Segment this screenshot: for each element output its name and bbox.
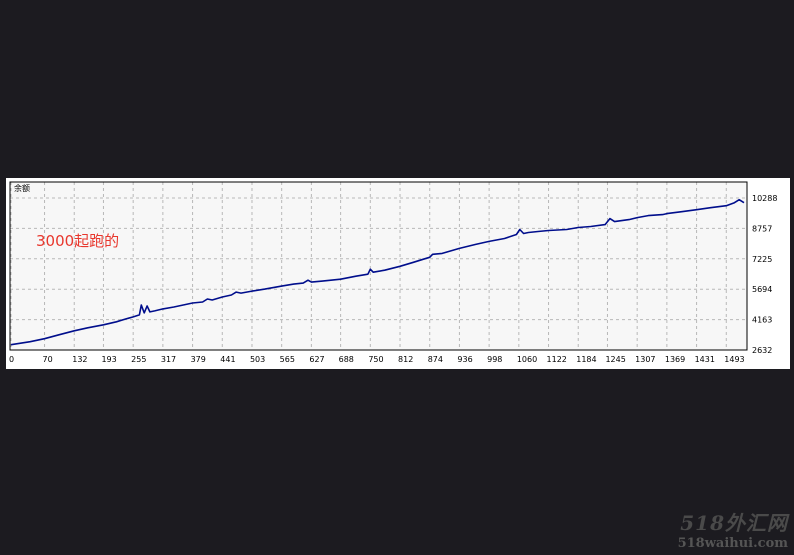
y-tick-label: 10288 — [752, 194, 777, 203]
watermark: 518外汇网 518waihui.com — [678, 507, 788, 551]
x-tick-label: 255 — [131, 355, 146, 364]
x-tick-label: 0 — [9, 355, 14, 364]
x-tick-label: 379 — [191, 355, 206, 364]
watermark-url: 518waihui.com — [677, 536, 788, 551]
x-tick-label: 936 — [457, 355, 472, 364]
x-tick-label: 317 — [161, 355, 176, 364]
x-tick-label: 1431 — [695, 355, 715, 364]
x-tick-label: 1369 — [665, 355, 685, 364]
x-tick-label: 627 — [309, 355, 324, 364]
x-tick-label: 70 — [43, 355, 53, 364]
x-tick-label: 441 — [220, 355, 235, 364]
x-tick-label: 1245 — [605, 355, 625, 364]
x-tick-label: 1122 — [547, 355, 567, 364]
chart-panel: 2632 4163 5694 7225 8757 10288 0 70 132 193 255 317… — [6, 178, 790, 369]
x-tick-label: 750 — [368, 355, 383, 364]
plot-area — [10, 182, 747, 350]
x-tick-label: 812 — [398, 355, 413, 364]
x-tick-label: 565 — [280, 355, 295, 364]
x-tick-label: 1060 — [517, 355, 537, 364]
x-tick-label: 874 — [428, 355, 443, 364]
x-tick-label: 998 — [487, 355, 502, 364]
y-tick-label: 7225 — [752, 255, 772, 264]
x-tick-label: 688 — [339, 355, 354, 364]
x-tick-label: 193 — [101, 355, 116, 364]
y-tick-label: 5694 — [752, 285, 772, 294]
chart-annotation: 3000起跑的 — [36, 232, 119, 250]
chart-title: 余额 — [14, 183, 30, 193]
balance-chart: 2632 4163 5694 7225 8757 10288 0 70 132 193 255 317… — [9, 181, 777, 364]
x-tick-label: 1307 — [635, 355, 655, 364]
y-tick-label: 8757 — [752, 224, 772, 233]
x-tick-label: 1184 — [576, 355, 596, 364]
y-tick-label: 4163 — [752, 316, 772, 325]
y-tick-label: 2632 — [752, 346, 772, 355]
x-tick-label: 503 — [250, 355, 265, 364]
x-tick-label: 1493 — [724, 355, 744, 364]
watermark-logo: 518外汇网 — [680, 511, 788, 535]
x-tick-label: 132 — [72, 355, 87, 364]
